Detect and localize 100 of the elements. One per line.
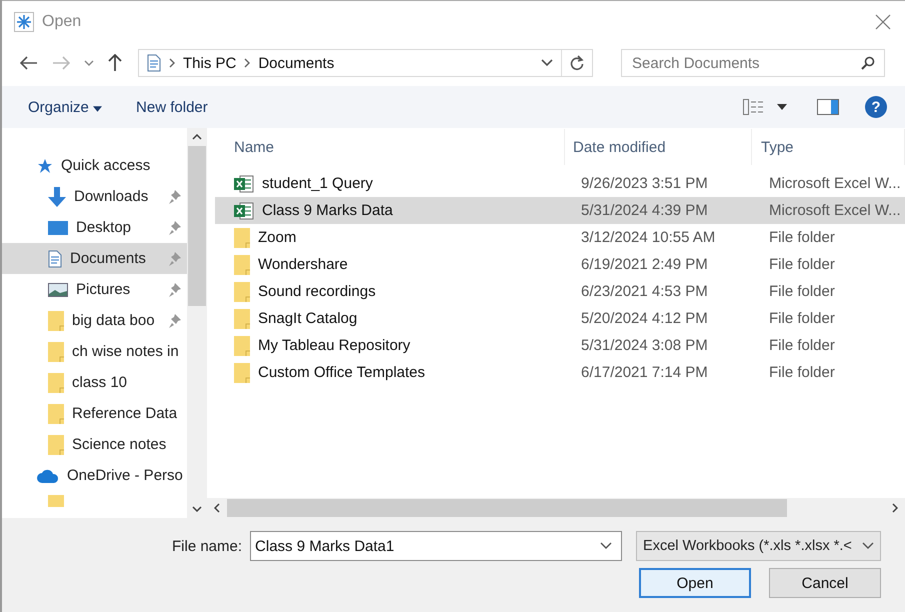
file-name: Class 9 Marks Data <box>262 202 393 219</box>
date-cell-text: 6/17/2021 7:14 PM <box>580 364 709 381</box>
file-row[interactable]: My Tableau Repository 5/31/2024 3:08 PM File folder <box>215 332 905 359</box>
chevron-right-icon <box>169 58 175 68</box>
column-header[interactable]: Name <box>207 129 565 165</box>
sidebar-item[interactable]: big data boo <box>2 305 187 336</box>
chevron-down-icon[interactable] <box>600 542 612 550</box>
pin-icon[interactable] <box>169 314 181 328</box>
close-icon[interactable] <box>875 14 891 30</box>
chevron-right-icon <box>244 58 250 68</box>
caret-down-icon[interactable] <box>777 104 787 110</box>
search-field[interactable]: Search Documents <box>621 49 885 77</box>
type-cell-text: File folder <box>768 364 836 381</box>
chevron-down-icon[interactable] <box>541 59 553 67</box>
folder-icon <box>234 254 250 274</box>
file-type-dropdown[interactable]: Excel Workbooks (*.xls *.xlsx *.< <box>636 531 882 561</box>
vertical-scrollbar[interactable] <box>187 128 207 518</box>
file-row[interactable]: SnagIt Catalog 5/20/2024 4:12 PM File folder <box>215 305 905 332</box>
star-icon <box>37 158 53 174</box>
spreadsheet-icon <box>234 174 254 192</box>
search-icon <box>861 56 875 70</box>
sidebar-item[interactable]: class 10 <box>2 367 187 398</box>
sidebar-item[interactable]: Pictures <box>2 274 187 305</box>
sidebar-item[interactable]: Downloads <box>2 181 187 212</box>
folder-icon <box>234 308 250 328</box>
file-name: Wondershare <box>258 256 348 273</box>
view-list-icon[interactable] <box>743 99 765 115</box>
file-name: Zoom <box>258 229 296 246</box>
new-folder-button[interactable]: New folder <box>132 94 212 120</box>
up-arrow-icon[interactable] <box>108 54 122 72</box>
file-name: Custom Office Templates <box>258 364 426 381</box>
date-cell-text: 5/31/2024 4:39 PM <box>580 202 709 219</box>
type-cell-text: Microsoft Excel W... <box>768 202 902 219</box>
pin-icon[interactable] <box>169 283 181 297</box>
open-button[interactable]: Open <box>639 568 751 598</box>
file-row[interactable]: Zoom 3/12/2024 10:55 AM File folder <box>215 224 905 251</box>
cloud-icon <box>37 468 59 482</box>
chevron-down-icon <box>862 542 874 550</box>
folder-icon <box>48 404 64 424</box>
folder-icon <box>48 495 64 507</box>
file-name-label: File name: <box>172 538 242 554</box>
date-cell-text: 5/31/2024 3:08 PM <box>580 337 709 354</box>
sidebar-item[interactable]: Desktop <box>2 212 187 243</box>
preview-pane-icon[interactable] <box>817 99 839 115</box>
caret-down-icon <box>93 106 102 112</box>
chevron-right-icon[interactable] <box>892 503 898 513</box>
column-header[interactable]: Type <box>752 129 905 165</box>
snowflake-icon <box>14 12 34 32</box>
file-row[interactable]: Class 9 Marks Data 5/31/2024 4:39 PM Microsoft Excel W... <box>215 197 905 224</box>
help-button[interactable]: ? <box>865 96 887 118</box>
window-title: Open <box>42 13 82 31</box>
pin-icon[interactable] <box>169 221 181 235</box>
back-arrow-icon[interactable] <box>20 56 38 70</box>
date-cell-text: 5/20/2024 4:12 PM <box>580 310 709 327</box>
cancel-button[interactable]: Cancel <box>769 568 881 598</box>
chevron-left-icon[interactable] <box>214 503 220 513</box>
address-bar[interactable]: This PC Documents <box>138 49 593 77</box>
sidebar-item[interactable]: Science notes <box>2 429 187 460</box>
folder-icon <box>234 282 250 302</box>
folder-icon <box>48 372 64 392</box>
spreadsheet-icon <box>234 202 254 220</box>
folder-icon <box>234 362 250 382</box>
date-cell-text: 6/23/2021 4:53 PM <box>580 283 709 300</box>
file-name: SnagIt Catalog <box>258 310 358 327</box>
folder-icon <box>234 228 250 248</box>
type-cell-text: File folder <box>768 283 836 300</box>
sidebar-item[interactable]: ch wise notes in <box>2 336 187 367</box>
document-icon <box>48 250 62 268</box>
down-arrow-icon <box>48 186 66 206</box>
sidebar-item[interactable]: OneDrive - Perso <box>2 460 187 491</box>
type-cell-text: File folder <box>768 256 836 273</box>
type-cell-text: File folder <box>768 337 836 354</box>
type-cell-text: Microsoft Excel W... <box>768 175 902 192</box>
chevron-down-icon[interactable] <box>192 506 202 512</box>
picture-icon <box>48 282 68 298</box>
type-cell-text: File folder <box>768 310 836 327</box>
breadcrumb[interactable]: This PC <box>183 54 236 72</box>
column-header[interactable]: Date modified <box>565 129 752 165</box>
file-row[interactable]: Wondershare 6/19/2021 2:49 PM File folder <box>215 251 905 278</box>
breadcrumb[interactable]: Documents <box>258 54 334 72</box>
folder-icon <box>234 336 250 356</box>
sidebar-item[interactable]: Quick access <box>2 150 187 181</box>
file-row[interactable]: student_1 Query 9/26/2023 3:51 PM Microsoft Excel W... <box>215 170 905 197</box>
sidebar-item[interactable]: Reference Data <box>2 398 187 429</box>
folder-icon <box>48 342 64 362</box>
refresh-icon[interactable] <box>570 55 584 71</box>
file-row[interactable]: Custom Office Templates 6/17/2021 7:14 PM File folder <box>215 359 905 386</box>
folder-icon <box>48 310 64 330</box>
file-row[interactable]: Sound recordings 6/23/2021 4:53 PM File folder <box>215 278 905 305</box>
date-cell-text: 9/26/2023 3:51 PM <box>580 175 709 192</box>
file-name: Sound recordings <box>258 283 376 300</box>
organize-button[interactable]: Organize <box>24 94 106 120</box>
date-cell-text: 6/19/2021 2:49 PM <box>580 256 709 273</box>
type-cell-text: File folder <box>768 229 836 246</box>
file-name: My Tableau Repository <box>258 337 410 354</box>
pin-icon[interactable] <box>169 190 181 204</box>
horizontal-scrollbar[interactable] <box>207 498 905 518</box>
chevron-up-icon[interactable] <box>192 134 202 140</box>
file-name-field[interactable]: Class 9 Marks Data1 <box>250 531 622 561</box>
sidebar-item[interactable]: Documents <box>2 243 187 274</box>
